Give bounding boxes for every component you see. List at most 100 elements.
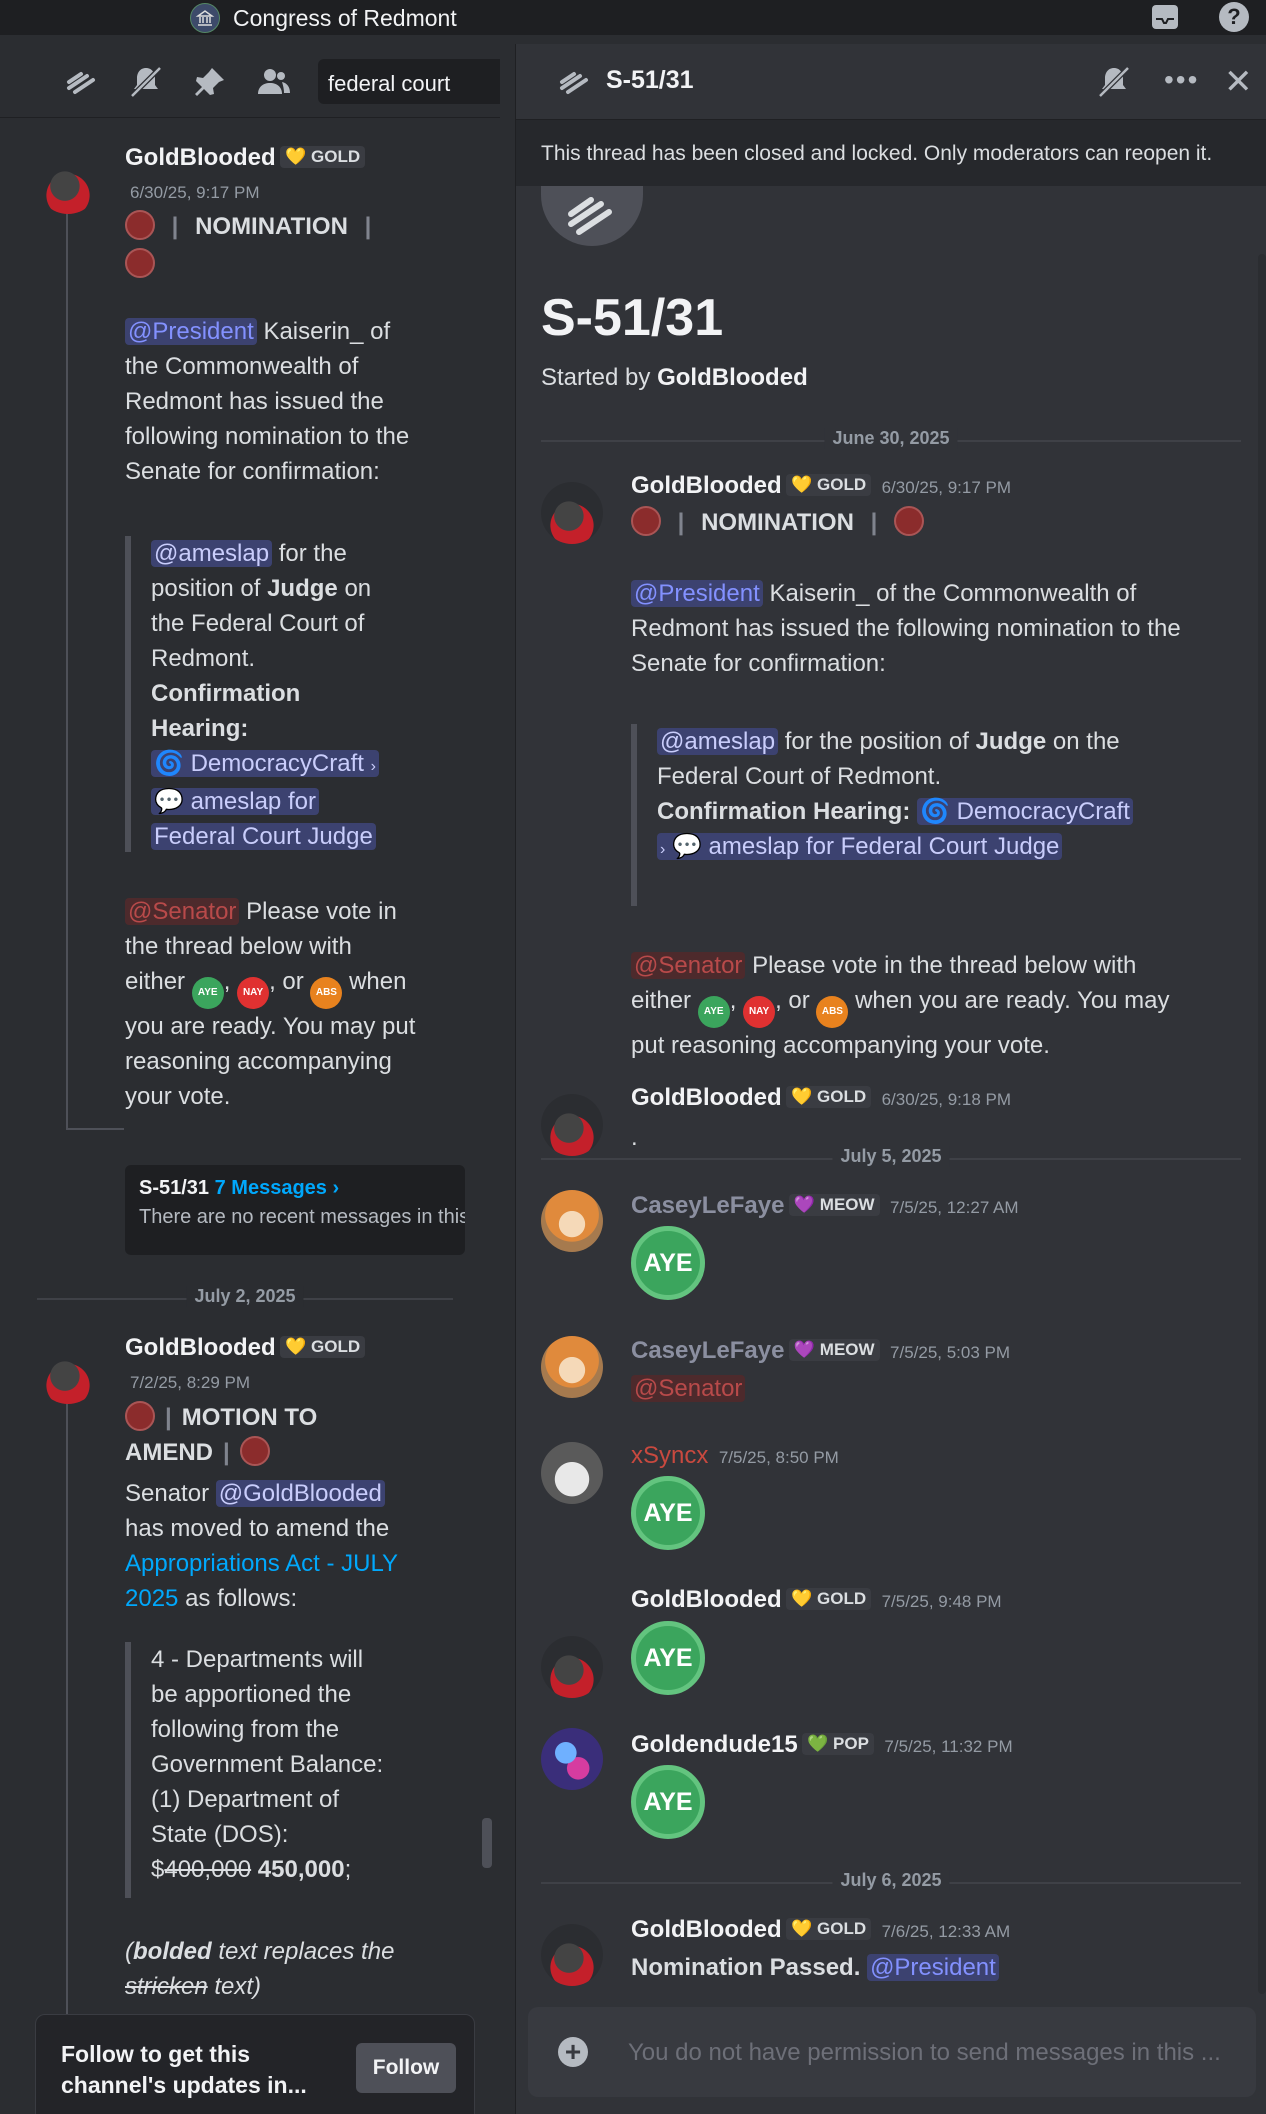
senator-mention[interactable]: @Senator xyxy=(125,898,240,925)
avatar[interactable] xyxy=(541,1924,603,1986)
text: Kaiserin_ of xyxy=(263,318,391,345)
guild-tag-label: GOLD xyxy=(311,147,361,166)
text: Judge xyxy=(975,728,1047,755)
server-icon[interactable] xyxy=(190,3,220,33)
username[interactable]: GoldBlooded xyxy=(125,144,276,171)
blockquote: 4 - Departments will be apportioned the … xyxy=(151,1642,451,1887)
search-input[interactable]: federal court xyxy=(318,59,500,104)
more-options-icon[interactable]: ••• xyxy=(1164,64,1199,96)
username[interactable]: xSyncx xyxy=(631,1442,708,1469)
guild-tag[interactable]: 💛 GOLD xyxy=(786,1588,872,1610)
composer-placeholder: You do not have permission to send messa… xyxy=(628,2039,1221,2066)
thread-link[interactable]: Federal Court Judge xyxy=(151,823,376,850)
text: Senate for confirmation: xyxy=(631,650,886,677)
thread-message-count[interactable]: 7 Messages › xyxy=(215,1177,340,1199)
thread-link[interactable]: › 💬 ameslap for Federal Court Judge xyxy=(657,833,1063,860)
text: Please vote in xyxy=(246,898,397,925)
add-attachment-icon[interactable]: + xyxy=(558,2037,588,2067)
scrollbar-track[interactable] xyxy=(1258,254,1266,1994)
starter-username[interactable]: GoldBlooded xyxy=(657,364,808,391)
appropriations-link[interactable]: Appropriations Act - JULY xyxy=(125,1546,465,1581)
text: when you are ready. You may xyxy=(855,987,1170,1014)
appropriations-link[interactable]: 2025 xyxy=(125,1585,178,1612)
server-name: Congress of Redmont xyxy=(233,5,457,31)
timestamp: 7/2/25, 8:29 PM xyxy=(130,1373,251,1392)
bold-text: 450,000 xyxy=(257,1856,345,1883)
follow-banner: Follow to get this channel's updates in.… xyxy=(35,2014,475,2114)
guild-tag[interactable]: 💜 MEOW xyxy=(788,1194,880,1216)
text: 4 - Departments will xyxy=(151,1646,364,1673)
text: Senator xyxy=(125,1480,210,1507)
president-mention[interactable]: @President xyxy=(867,1954,999,1981)
senator-mention[interactable]: @Senator xyxy=(631,1375,746,1402)
members-icon[interactable] xyxy=(256,64,292,100)
username[interactable]: CaseyLeFaye xyxy=(631,1337,784,1364)
username[interactable]: GoldBlooded xyxy=(631,1586,782,1613)
thread-preview-card[interactable]: S-51/31 7 Messages › There are no recent… xyxy=(125,1165,465,1255)
avatar[interactable] xyxy=(541,1728,603,1790)
threads-icon[interactable] xyxy=(63,64,99,100)
capitol-emoji-icon xyxy=(125,1401,155,1431)
text: , or xyxy=(775,987,810,1014)
nay-emoji-icon: NAY xyxy=(743,996,776,1028)
avatar[interactable] xyxy=(541,1190,603,1252)
message-body: Senator @GoldBlooded has moved to amend … xyxy=(125,1476,465,1616)
follow-button[interactable]: Follow xyxy=(356,2043,456,2093)
scrollbar-thumb[interactable] xyxy=(482,1818,492,1868)
text: Judge xyxy=(267,575,338,602)
notifications-muted-icon[interactable] xyxy=(128,64,164,100)
heading-text: NOMINATION xyxy=(195,213,348,240)
avatar[interactable] xyxy=(541,1094,603,1156)
guild-tag-label: POP xyxy=(833,1734,869,1753)
inbox-icon[interactable] xyxy=(1150,3,1180,31)
username[interactable]: GoldBlooded xyxy=(631,472,782,499)
thread-connector xyxy=(66,198,68,1130)
text: reasoning accompanying xyxy=(125,1048,392,1075)
guild-tag[interactable]: 💛 GOLD xyxy=(280,1336,366,1358)
message-note: (bolded text replaces the stricken text) xyxy=(125,1934,465,2004)
pin-icon[interactable] xyxy=(192,64,228,100)
avatar[interactable] xyxy=(541,1636,603,1698)
text: (1) Department of xyxy=(151,1786,340,1813)
channel-link[interactable]: 🌀 DemocracyCraft › xyxy=(151,750,379,777)
close-icon[interactable]: ✕ xyxy=(1224,62,1253,102)
stricken-text: 400,000 xyxy=(164,1856,252,1883)
avatar[interactable] xyxy=(541,482,603,544)
avatar[interactable] xyxy=(541,1442,603,1504)
president-mention[interactable]: @President xyxy=(125,318,257,345)
thread-icon xyxy=(556,64,592,105)
blockquote: @ameslap for the position of Judge on th… xyxy=(151,536,451,854)
message-body: @Senator Please vote in the thread below… xyxy=(125,894,465,1114)
guild-tag[interactable]: 💛 GOLD xyxy=(786,1918,872,1940)
text: on xyxy=(344,575,372,602)
thread-link[interactable]: 💬 ameslap for xyxy=(151,788,319,815)
thread-connector xyxy=(66,1348,68,2114)
goldblooded-mention[interactable]: @GoldBlooded xyxy=(215,1480,385,1507)
notifications-muted-icon[interactable] xyxy=(1096,64,1132,105)
username[interactable]: GoldBlooded xyxy=(631,1916,782,1943)
username[interactable]: GoldBlooded xyxy=(631,1084,782,1111)
text: $ xyxy=(151,1856,165,1883)
text: following nomination to the xyxy=(125,423,410,450)
avatar[interactable] xyxy=(37,152,99,214)
username[interactable]: CaseyLeFaye xyxy=(631,1192,784,1219)
guild-tag[interactable]: 💛 GOLD xyxy=(786,1086,872,1108)
username[interactable]: Goldendude15 xyxy=(631,1731,798,1758)
aye-emoji-icon: AYE xyxy=(697,996,730,1028)
text: text) xyxy=(207,1973,262,2000)
channel-link-label: DemocracyCraft xyxy=(956,798,1130,825)
guild-tag[interactable]: 💛 GOLD xyxy=(786,474,872,496)
senator-mention[interactable]: @Senator xyxy=(631,952,746,979)
ameslap-mention[interactable]: @ameslap xyxy=(151,540,273,567)
username[interactable]: GoldBlooded xyxy=(125,1334,276,1361)
thread-preview: There are no recent messages in this thr… xyxy=(139,1206,465,1228)
avatar[interactable] xyxy=(541,1336,603,1398)
help-icon[interactable]: ? xyxy=(1219,2,1249,32)
guild-tag[interactable]: 💛 GOLD xyxy=(280,146,366,168)
president-mention[interactable]: @President xyxy=(631,580,763,607)
avatar[interactable] xyxy=(37,1342,99,1404)
guild-tag[interactable]: 💜 MEOW xyxy=(788,1339,880,1361)
guild-tag[interactable]: 💚 POP xyxy=(802,1733,874,1755)
ameslap-mention[interactable]: @ameslap xyxy=(657,728,779,755)
channel-link[interactable]: 🌀 DemocracyCraft xyxy=(917,798,1133,825)
